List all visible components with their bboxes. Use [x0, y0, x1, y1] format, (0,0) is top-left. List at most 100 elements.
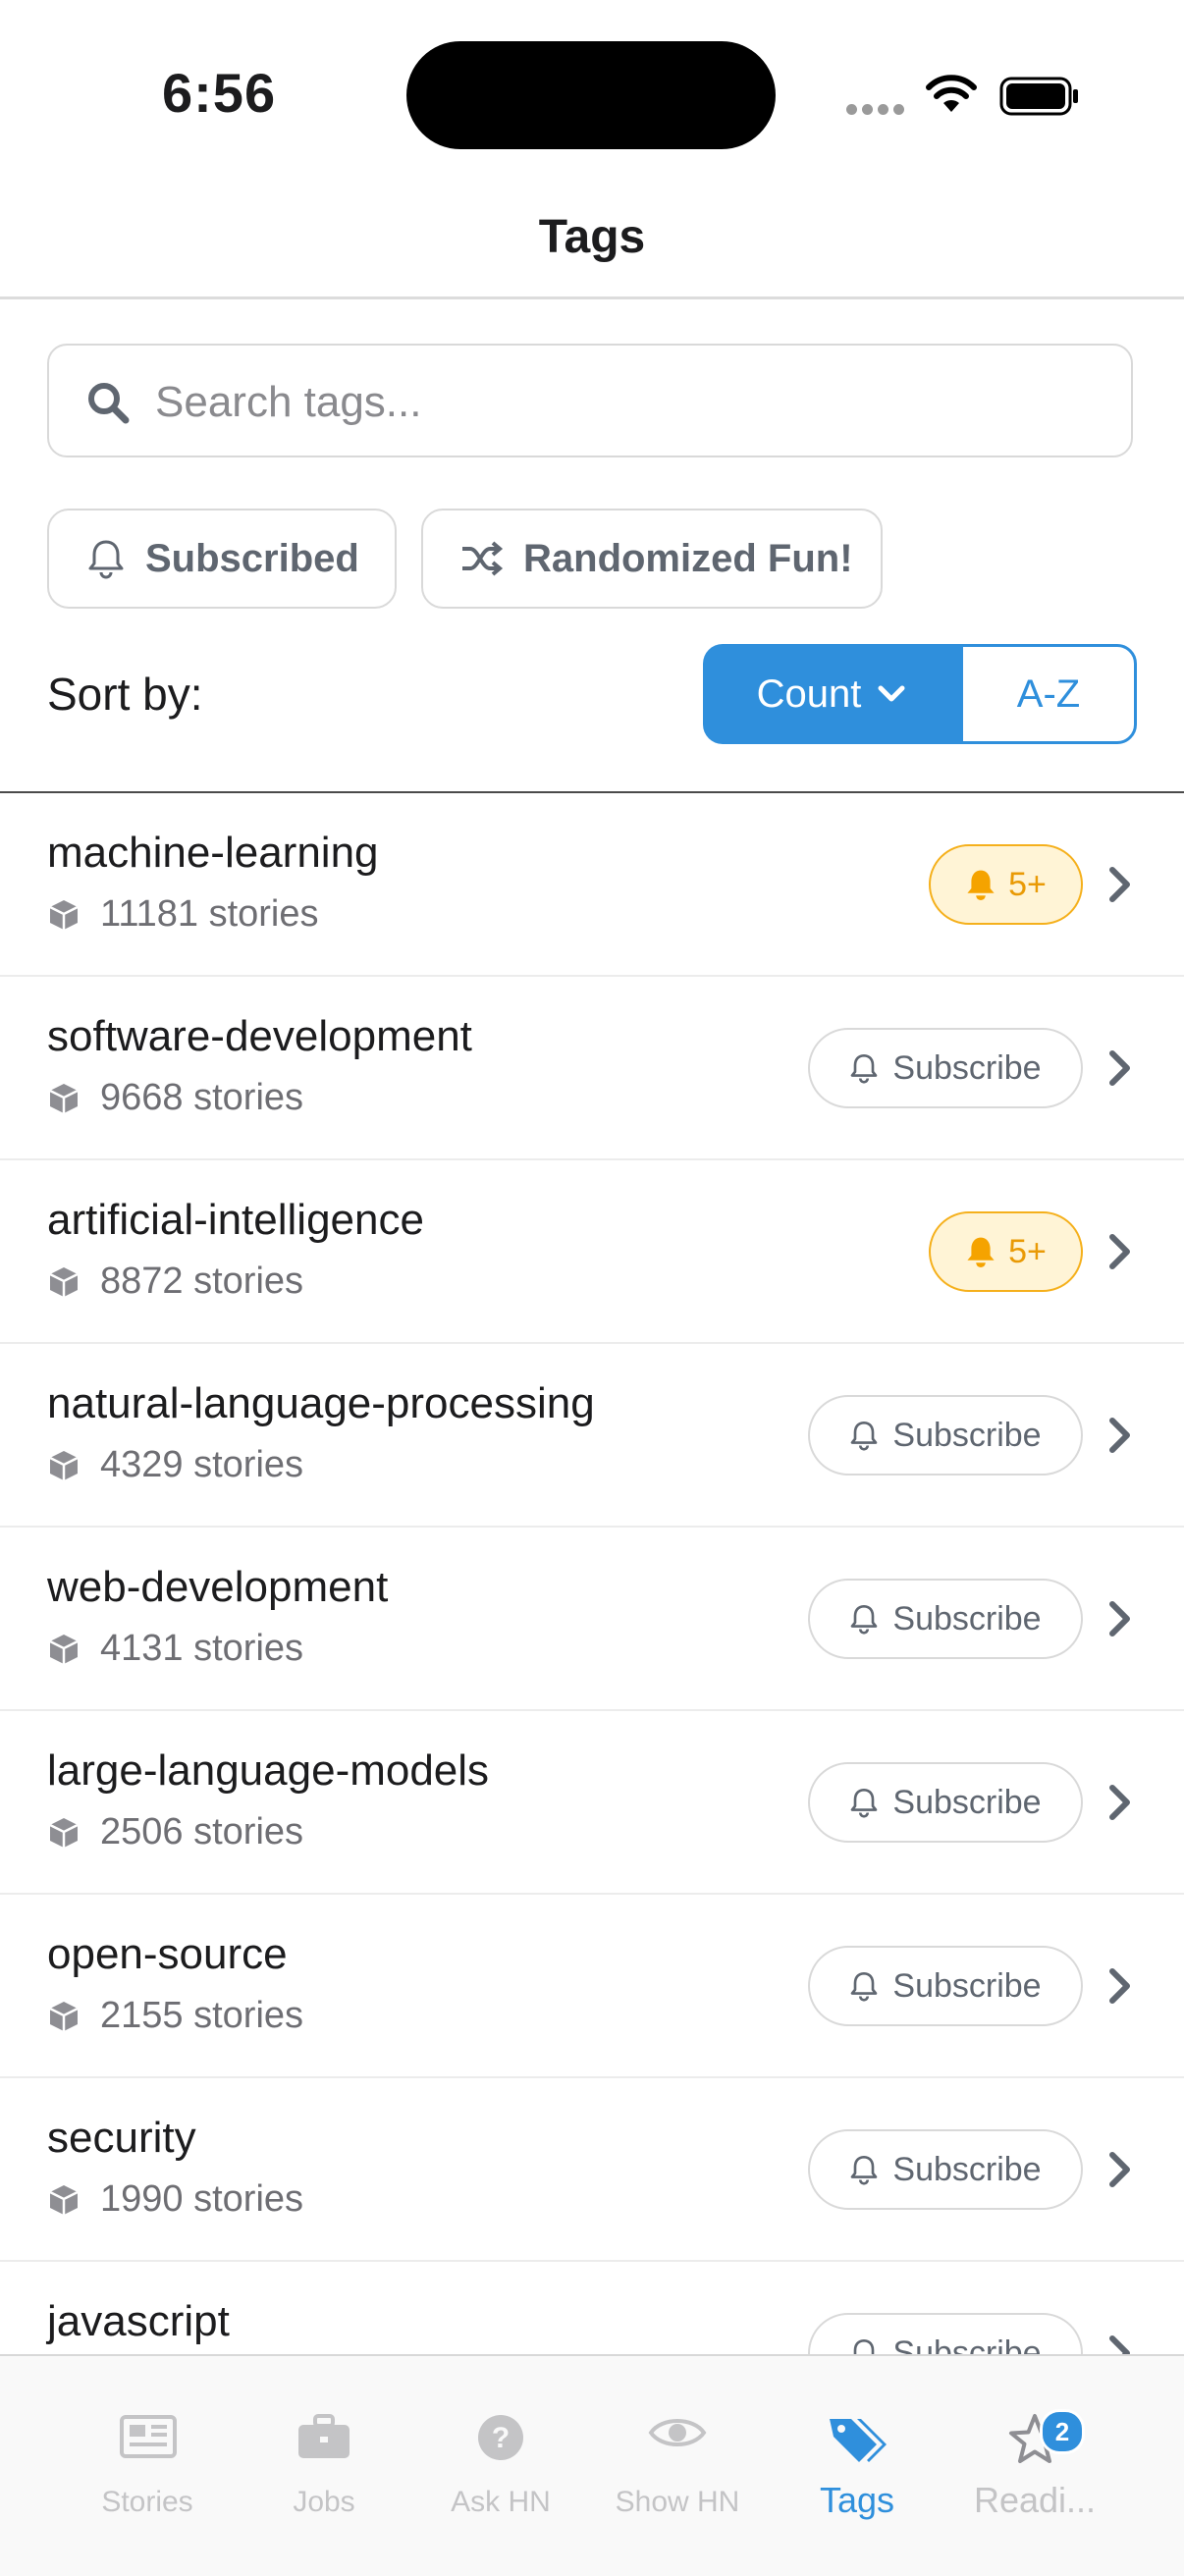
subscribed-badge-button[interactable]: 5+: [929, 844, 1083, 925]
bell-filled-icon: [967, 1237, 995, 1267]
reading-list-badge: 2: [1040, 2409, 1085, 2454]
tag-story-count: 4329 stories: [47, 1444, 303, 1486]
subscribe-button[interactable]: Subscribe: [808, 1579, 1083, 1659]
subscribe-button[interactable]: Subscribe: [808, 2129, 1083, 2210]
sort-az-label: A-Z: [1016, 671, 1081, 716]
tag-list: machine-learning 11181 stories 5+ softwa…: [0, 793, 1184, 2445]
bell-icon: [851, 1788, 878, 1818]
tag-row[interactable]: software-development 9668 stories Subscr…: [0, 977, 1184, 1160]
tab-label: Tags: [819, 2480, 895, 2520]
sort-segmented-control: Count A-Z: [703, 644, 1137, 744]
svg-text:?: ?: [492, 2422, 510, 2454]
bell-icon: [851, 2155, 878, 2185]
sort-az-button[interactable]: A-Z: [960, 644, 1137, 744]
tag-row[interactable]: web-development 4131 stories Subscribe: [0, 1528, 1184, 1711]
tag-row[interactable]: large-language-models 2506 stories Subsc…: [0, 1711, 1184, 1895]
shuffle-icon: [462, 541, 504, 576]
briefcase-icon: [236, 2413, 412, 2474]
tab-bar: Stories Jobs ? Ask HN Show HN Tags 2 Rea…: [0, 2354, 1184, 2576]
tag-name: natural-language-processing: [47, 1379, 595, 1427]
tab-tags[interactable]: Tags: [769, 2356, 945, 2533]
chevron-down-icon: [878, 685, 905, 702]
tag-name: javascript: [47, 2297, 230, 2345]
tag-name: software-development: [47, 1012, 472, 1060]
wifi-icon: [925, 75, 978, 119]
tag-story-count: 1990 stories: [47, 2178, 303, 2221]
tab-stories[interactable]: Stories: [59, 2356, 236, 2533]
tag-story-count: 8872 stories: [47, 1261, 303, 1303]
nav-header: Tags: [0, 187, 1184, 299]
tab-label: Readi...: [973, 2480, 1097, 2520]
bell-icon: [851, 1604, 878, 1635]
subscribe-button[interactable]: Subscribe: [808, 1762, 1083, 1843]
tab-show-hn[interactable]: Show HN: [589, 2356, 766, 2533]
tag-row[interactable]: machine-learning 11181 stories 5+: [0, 793, 1184, 977]
tag-name: web-development: [47, 1563, 389, 1611]
bell-icon: [88, 540, 124, 579]
search-icon: [86, 381, 130, 429]
chevron-right-icon: [1109, 1968, 1130, 2004]
tag-row[interactable]: artificial-intelligence 8872 stories 5+: [0, 1160, 1184, 1344]
bell-filled-icon: [967, 870, 995, 900]
tag-story-count: 2506 stories: [47, 1811, 303, 1853]
tag-name: security: [47, 2114, 196, 2162]
sort-count-label: Count: [756, 671, 862, 716]
subscribed-badge-button[interactable]: 5+: [929, 1211, 1083, 1292]
chevron-right-icon: [1109, 1050, 1130, 1086]
tag-row[interactable]: open-source 2155 stories Subscribe: [0, 1895, 1184, 2078]
bell-icon: [851, 1971, 878, 2002]
box-icon: [49, 2184, 79, 2215]
chevron-right-icon: [1109, 1785, 1130, 1820]
randomized-fun-label: Randomized Fun!: [523, 536, 853, 580]
tag-name: large-language-models: [47, 1746, 490, 1795]
tag-story-count: 11181 stories: [47, 893, 319, 936]
tab-label: Show HN: [615, 2486, 740, 2518]
tab-ask-hn[interactable]: ? Ask HN: [412, 2356, 589, 2533]
box-icon: [49, 2001, 79, 2031]
subscribe-button[interactable]: Subscribe: [808, 1946, 1083, 2026]
tab-label: Stories: [101, 2486, 193, 2518]
question-icon: ?: [412, 2413, 589, 2474]
tag-row[interactable]: natural-language-processing 4329 stories…: [0, 1344, 1184, 1528]
tag-story-count: 4131 stories: [47, 1628, 303, 1670]
tab-label: Ask HN: [451, 2486, 551, 2518]
tab-jobs[interactable]: Jobs: [236, 2356, 412, 2533]
newspaper-icon: [59, 2413, 236, 2474]
chevron-right-icon: [1109, 1601, 1130, 1637]
subscribed-filter-label: Subscribed: [145, 536, 359, 580]
status-bar: 6:56: [0, 0, 1184, 187]
bell-icon: [851, 1053, 878, 1084]
subscribe-button[interactable]: Subscribe: [808, 1395, 1083, 1476]
chevron-right-icon: [1109, 867, 1130, 902]
tag-story-count: 2155 stories: [47, 1995, 303, 2037]
tab-reading-list[interactable]: 2 Readi...: [946, 2356, 1123, 2533]
box-icon: [49, 1634, 79, 1664]
cellular-signal-icon: [846, 102, 909, 120]
search-bar[interactable]: [47, 344, 1133, 457]
star-icon: [946, 2413, 1123, 2474]
box-icon: [49, 1817, 79, 1848]
tag-name: machine-learning: [47, 829, 379, 877]
randomized-fun-button[interactable]: Randomized Fun!: [421, 509, 883, 609]
tag-story-count: 9668 stories: [47, 1077, 303, 1119]
tab-label: Jobs: [293, 2486, 355, 2518]
sort-label: Sort by:: [47, 669, 203, 720]
subscribe-button[interactable]: Subscribe: [808, 1028, 1083, 1108]
eye-icon: [589, 2413, 766, 2474]
tag-name: artificial-intelligence: [47, 1196, 424, 1244]
subscribed-filter-button[interactable]: Subscribed: [47, 509, 397, 609]
dynamic-island: [406, 41, 776, 149]
chevron-right-icon: [1109, 2152, 1130, 2187]
bell-icon: [851, 1421, 878, 1451]
page-title: Tags: [538, 211, 646, 263]
status-time: 6:56: [162, 62, 277, 124]
tag-name: open-source: [47, 1930, 288, 1978]
battery-icon: [999, 77, 1080, 121]
sort-count-button[interactable]: Count: [703, 644, 960, 744]
chevron-right-icon: [1109, 1234, 1130, 1269]
tags-icon: [769, 2413, 945, 2474]
box-icon: [49, 1266, 79, 1297]
search-input[interactable]: [153, 367, 1100, 438]
box-icon: [49, 1083, 79, 1113]
tag-row[interactable]: security 1990 stories Subscribe: [0, 2078, 1184, 2262]
